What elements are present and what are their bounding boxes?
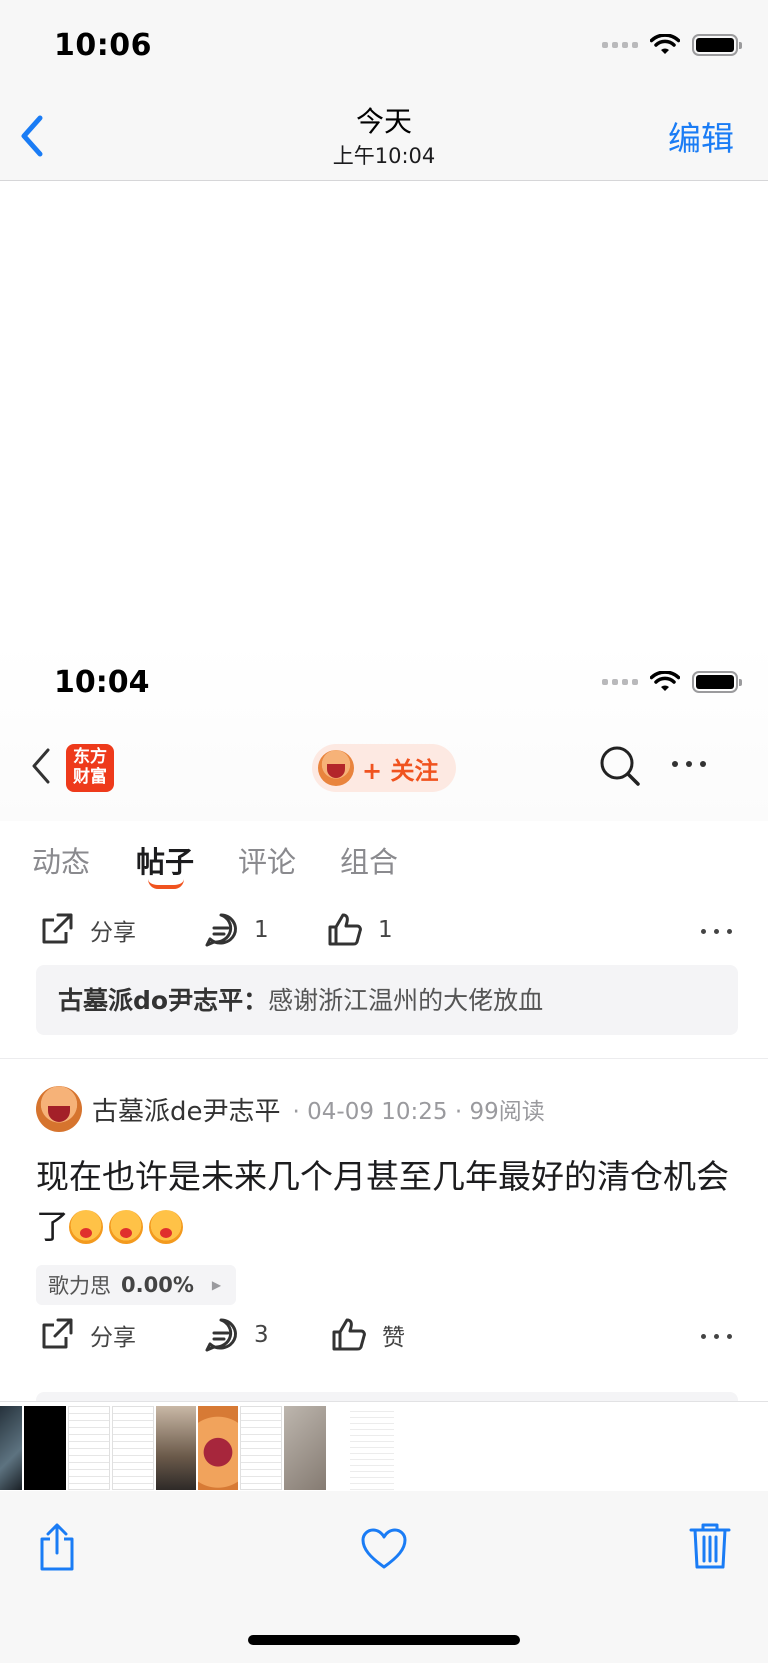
- share-label: 分享: [90, 920, 136, 946]
- logo-text-line2: 财富: [73, 767, 107, 787]
- thumbnail[interactable]: [284, 1406, 326, 1490]
- stock-tag[interactable]: 歌力思 0.00% ▶: [36, 1265, 236, 1305]
- thumbnail-strip[interactable]: [0, 1401, 768, 1491]
- blank-area: [0, 181, 768, 641]
- thumbnail[interactable]: [156, 1406, 196, 1490]
- emoji-icon: [69, 1210, 103, 1244]
- stock-change: 0.00%: [121, 1273, 194, 1297]
- thumbs-up-icon: [332, 1318, 366, 1351]
- thumbnail-selected[interactable]: [328, 1406, 348, 1490]
- status-indicators: [602, 34, 742, 56]
- share-icon: [42, 1318, 73, 1349]
- follow-label: + 关注: [362, 756, 439, 785]
- share-button[interactable]: 分享: [38, 1316, 136, 1354]
- emoji-icon: [149, 1210, 183, 1244]
- wifi-icon: [650, 34, 680, 54]
- post-meta: · 04-09 10:25 · 99阅读: [292, 1099, 545, 1125]
- thumbnail[interactable]: [240, 1406, 282, 1490]
- share-button[interactable]: 分享: [38, 911, 136, 949]
- next-card-edge: [36, 1392, 738, 1401]
- post-body[interactable]: 现在也许是未来几个月甚至几年最好的清仓机会了: [36, 1152, 736, 1252]
- cellular-signal-icon: [602, 42, 638, 48]
- nav-title: 今天: [355, 105, 412, 138]
- comment-button[interactable]: 3: [202, 1316, 269, 1354]
- heart-icon[interactable]: [360, 1527, 408, 1571]
- comment-count: 1: [254, 917, 269, 943]
- battery-icon: [692, 34, 742, 56]
- thumbnail[interactable]: [198, 1406, 238, 1490]
- like-count: 1: [378, 917, 393, 943]
- post-more-icon[interactable]: [701, 1334, 732, 1339]
- share-label: 分享: [90, 1325, 136, 1351]
- edit-button[interactable]: 编辑: [668, 112, 734, 160]
- tab-dynamics[interactable]: 动态: [32, 839, 90, 881]
- profile-tabs: 动态 帖子 评论 组合: [0, 831, 768, 891]
- stock-name: 歌力思: [48, 1274, 111, 1298]
- app-nav-bar: 东方 财富 + 关注: [0, 726, 768, 816]
- photo-content: 10:04 东方 财富 + 关注 动态 帖子 评论 组合 分享 1 1 古墓派d…: [0, 181, 768, 1401]
- home-indicator: [248, 1635, 520, 1645]
- logo-text-line1: 东方: [73, 747, 107, 767]
- photos-nav-bar: 今天 上午10:04 编辑: [0, 90, 768, 181]
- inner-cellular-signal-icon: [602, 679, 638, 685]
- inner-battery-icon: [692, 671, 742, 693]
- photos-toolbar: [0, 1491, 768, 1663]
- tab-posts[interactable]: 帖子: [136, 839, 194, 881]
- author-avatar[interactable]: [36, 1086, 82, 1132]
- thumbnail[interactable]: [350, 1406, 394, 1490]
- share-icon[interactable]: [36, 1521, 78, 1573]
- play-arrow-icon: ▶: [211, 1278, 222, 1292]
- like-button[interactable]: 1: [326, 911, 393, 949]
- post-actions-2: 分享 3 赞: [0, 1306, 768, 1366]
- avatar: [318, 750, 354, 786]
- thumbnail[interactable]: [112, 1406, 154, 1490]
- comment-count: 3: [254, 1322, 269, 1348]
- inner-status-indicators: [602, 671, 742, 693]
- post-actions-1: 分享 1 1: [0, 901, 768, 961]
- post-header: 古墓派de尹志平 · 04-09 10:25 · 99阅读: [36, 1084, 736, 1134]
- reply-text: 感谢浙江温州的大佬放血: [268, 986, 544, 1015]
- search-icon[interactable]: [596, 742, 644, 790]
- trash-icon[interactable]: [688, 1521, 732, 1571]
- thumbs-up-icon: [328, 913, 362, 946]
- app-logo: 东方 财富: [66, 744, 114, 792]
- divider: [0, 1058, 768, 1059]
- follow-button[interactable]: + 关注: [312, 744, 456, 792]
- nav-subtitle: 上午10:04: [332, 144, 436, 168]
- app-back-icon[interactable]: [26, 746, 56, 786]
- status-time: 10:06: [54, 28, 152, 63]
- post-more-icon[interactable]: [701, 929, 732, 934]
- comment-icon: [205, 913, 237, 947]
- share-icon: [42, 913, 73, 944]
- active-tab-indicator: [148, 879, 184, 889]
- tab-portfolio[interactable]: 组合: [340, 839, 398, 881]
- emoji-icon: [109, 1210, 143, 1244]
- inner-wifi-icon: [650, 671, 680, 691]
- more-icon[interactable]: [672, 754, 714, 774]
- thumbnail[interactable]: [0, 1406, 22, 1490]
- post-author[interactable]: 古墓派de尹志平: [92, 1091, 281, 1128]
- tab-comments[interactable]: 评论: [238, 839, 296, 881]
- comment-button[interactable]: 1: [202, 911, 269, 949]
- system-status-bar: 10:06: [0, 0, 768, 90]
- quoted-reply[interactable]: 古墓派do尹志平：感谢浙江温州的大佬放血: [36, 965, 738, 1035]
- like-label: 赞: [382, 1325, 405, 1351]
- like-button[interactable]: 赞: [330, 1316, 405, 1354]
- reply-author: 古墓派do尹志平：: [58, 986, 269, 1015]
- thumbnail[interactable]: [68, 1406, 110, 1490]
- inner-status-time: 10:04: [54, 665, 150, 700]
- comment-icon: [205, 1318, 237, 1352]
- thumbnail[interactable]: [24, 1406, 66, 1490]
